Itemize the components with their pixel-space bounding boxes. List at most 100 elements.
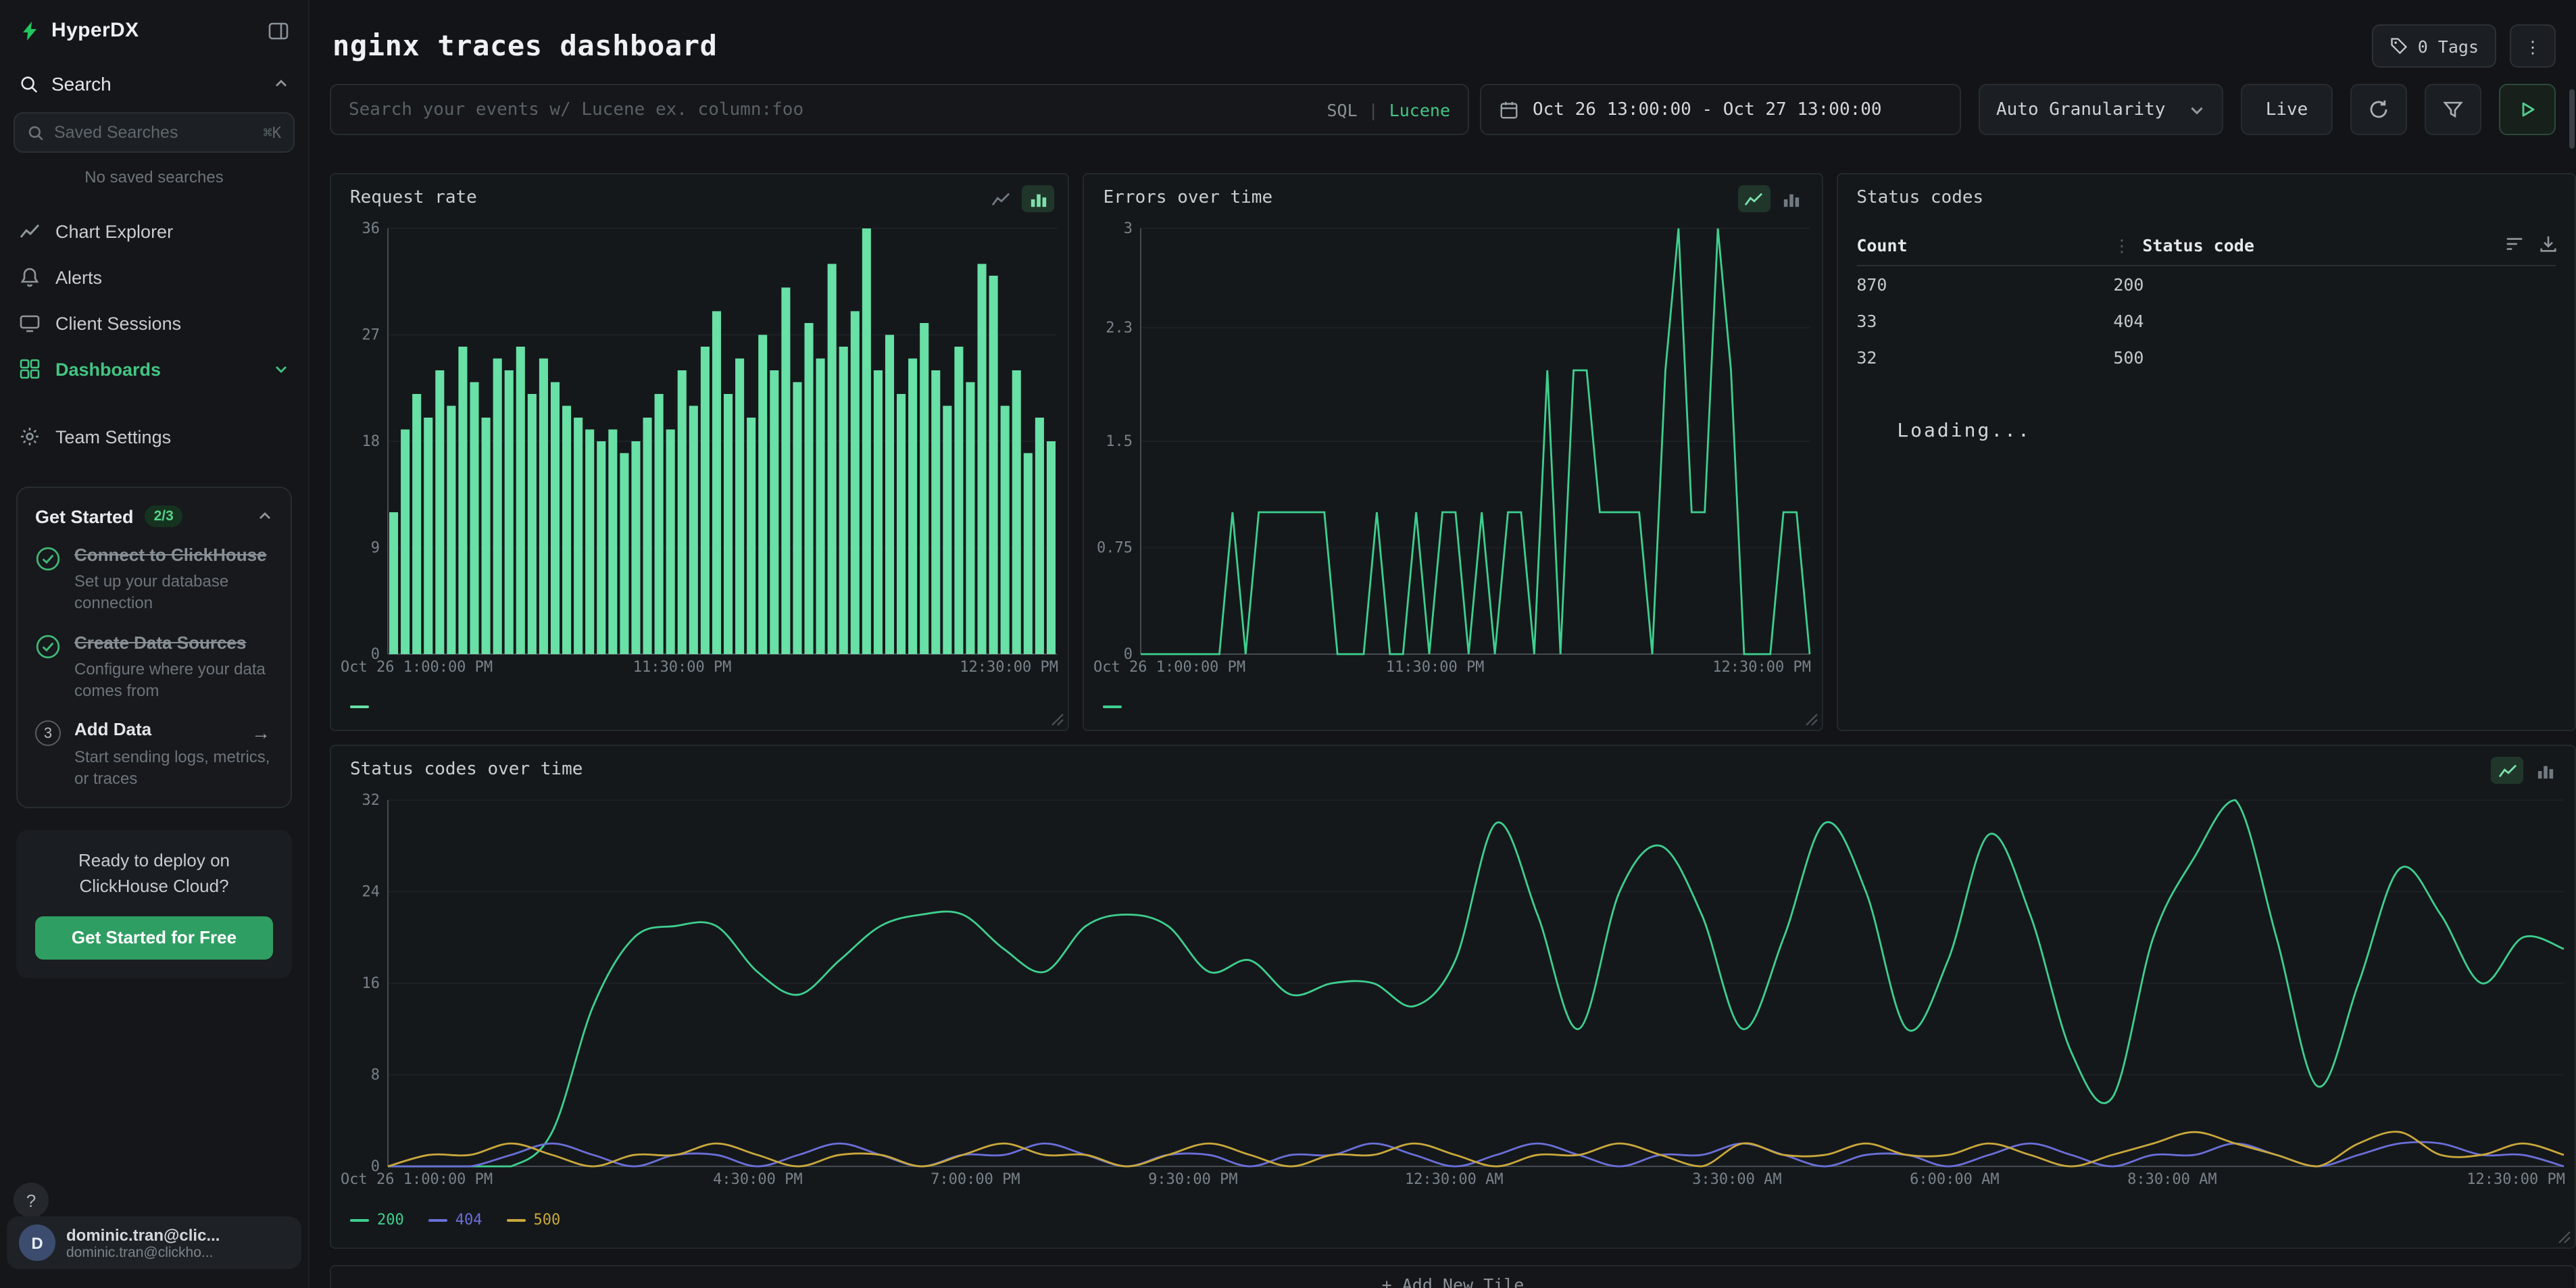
svg-text:9:30:00 PM: 9:30:00 PM [1148,1171,1237,1188]
legend-dash [350,705,369,708]
svg-text:Oct 26 1:00:00 PM: Oct 26 1:00:00 PM [341,1171,493,1188]
svg-text:9: 9 [371,540,380,557]
scrollbar-thumb[interactable] [2569,89,2575,149]
svg-text:11:30:00 PM: 11:30:00 PM [633,659,732,676]
get-started-title: Get Started [35,506,134,526]
check-circle-icon [35,546,61,572]
live-button[interactable]: Live [2241,84,2333,135]
svg-text:11:30:00 PM: 11:30:00 PM [1386,659,1485,676]
svg-text:12:30:00 PM: 12:30:00 PM [1713,659,1812,676]
help-button[interactable]: ? [14,1183,49,1218]
deploy-card: Ready to deploy on ClickHouse Cloud? Get… [16,830,292,978]
line-chart-toggle[interactable] [2491,757,2523,784]
line-chart-toggle[interactable] [1737,185,1770,212]
svg-text:24: 24 [362,884,380,901]
legend-item-404[interactable]: 404 [428,1211,482,1229]
saved-searches-box: ⌘K [14,112,295,153]
chevron-up-icon [273,76,289,92]
table-actions [2504,234,2558,254]
user-menu[interactable]: D dominic.tran@clic... dominic.tran@clic… [7,1216,301,1269]
svg-text:8: 8 [371,1067,380,1084]
filter-button[interactable] [2425,84,2481,135]
check-circle-icon [35,633,61,659]
bar-chart-toggle[interactable] [1775,185,1808,212]
svg-text:36: 36 [362,220,380,237]
step-desc: Start sending logs, metrics, or traces [74,745,273,789]
chart-legend [350,705,369,708]
sidebar-item-chart-explorer[interactable]: Chart Explorer [0,208,308,254]
dashboard-kebab-button[interactable]: ⋮ [2510,24,2556,68]
tile-title: Status codes [1856,188,1983,208]
svg-text:3: 3 [1124,220,1133,237]
bar-chart-toggle[interactable] [1022,185,1055,212]
step-number-icon: 3 [35,721,61,747]
step-title: Create Data Sources [74,632,273,654]
get-started-step-connect[interactable]: Connect to ClickHouse Set up your databa… [35,545,273,614]
column-header-count[interactable]: Count [1856,235,2113,255]
tile-errors-over-time: Errors over time 00.751.52.33Oct 26 1:00… [1083,173,1823,731]
svg-text:27: 27 [362,327,380,344]
column-divider: ⋮ [2113,235,2130,255]
calendar-icon [1499,99,1519,120]
sidebar-section-search[interactable]: Search [0,58,308,109]
svg-text:16: 16 [362,975,380,992]
step-title: Connect to ClickHouse [74,545,273,567]
grid-icon [19,358,41,380]
tile-title: Errors over time [1104,188,1272,208]
cell-status: 500 [2113,347,2144,368]
status-over-time-chart: 08162432Oct 26 1:00:00 PM4:30:00 PM7:00:… [339,787,2567,1188]
page-title: nginx traces dashboard [332,30,718,62]
legend-item[interactable] [350,705,369,708]
logo-row: HyperDX [0,0,308,58]
legend-item-500[interactable]: 500 [507,1211,561,1229]
get-started-free-button[interactable]: Get Started for Free [35,916,273,959]
tag-icon [2389,36,2408,55]
sql-toggle[interactable]: SQL [1327,99,1357,120]
svg-text:6:00:00 AM: 6:00:00 AM [1910,1171,1999,1188]
line-chart-toggle[interactable] [985,185,1017,212]
rows-icon[interactable] [2504,234,2525,254]
get-started-step-sources[interactable]: Create Data Sources Configure where your… [35,632,273,701]
saved-searches-input[interactable] [54,123,254,142]
sidebar-item-team-settings[interactable]: Team Settings [0,414,308,460]
chevron-down-icon [273,361,289,377]
sidebar-item-alerts[interactable]: Alerts [0,254,308,300]
resize-handle[interactable] [1805,714,1817,726]
legend-item-200[interactable]: 200 [350,1211,404,1229]
legend-item[interactable] [1104,705,1122,708]
column-header-status-code[interactable]: Status code [2142,235,2254,255]
svg-text:Oct 26 1:00:00 PM: Oct 26 1:00:00 PM [341,659,493,676]
deploy-text-line2: ClickHouse Cloud? [35,874,273,899]
svg-text:7:00:00 PM: 7:00:00 PM [931,1171,1020,1188]
add-new-tile-button[interactable]: + Add New Tile [330,1265,2576,1288]
query-toolbar: SQL | Lucene Oct 26 13:00:00 - Oct 27 13… [330,84,2576,135]
brand-name: HyperDX [51,19,139,42]
date-range-picker[interactable]: Oct 26 13:00:00 - Oct 27 13:00:00 [1480,84,1961,135]
granularity-select[interactable]: Auto Granularity [1979,84,2223,135]
get-started-header[interactable]: Get Started 2/3 [35,505,273,527]
refresh-button[interactable] [2350,84,2407,135]
sidebar: HyperDX Search ⌘K No saved searches [0,0,309,1288]
sidebar-item-dashboards[interactable]: Dashboards [0,346,308,392]
download-icon[interactable] [2538,234,2558,254]
cell-count: 33 [1856,311,2113,331]
tags-button[interactable]: 0 Tags [2372,24,2496,68]
resize-handle[interactable] [2558,1231,2571,1243]
chevron-up-icon [257,508,273,524]
nav-label: Client Sessions [55,313,181,333]
granularity-value: Auto Granularity [1996,99,2165,120]
get-started-step-add-data[interactable]: 3 Add Data Start sending logs, metrics, … [35,720,273,789]
resize-handle[interactable] [1052,714,1064,726]
run-query-button[interactable] [2499,84,2556,135]
bar-chart-toggle[interactable] [2529,757,2561,784]
sidebar-collapse-icon[interactable] [268,20,289,41]
lucene-toggle[interactable]: Lucene [1389,99,1450,120]
svg-text:4:30:00 PM: 4:30:00 PM [713,1171,802,1188]
sidebar-item-client-sessions[interactable]: Client Sessions [0,300,308,346]
svg-text:0.75: 0.75 [1097,540,1133,557]
errors-chart: 00.751.52.33Oct 26 1:00:00 PM11:30:00 PM… [1093,215,1814,676]
play-icon [2517,99,2538,120]
event-search-input[interactable] [349,99,1316,120]
main-content: nginx traces dashboard 0 Tags ⋮ SQL | Lu… [309,0,2576,1288]
tile-title: Status codes over time [350,760,583,780]
